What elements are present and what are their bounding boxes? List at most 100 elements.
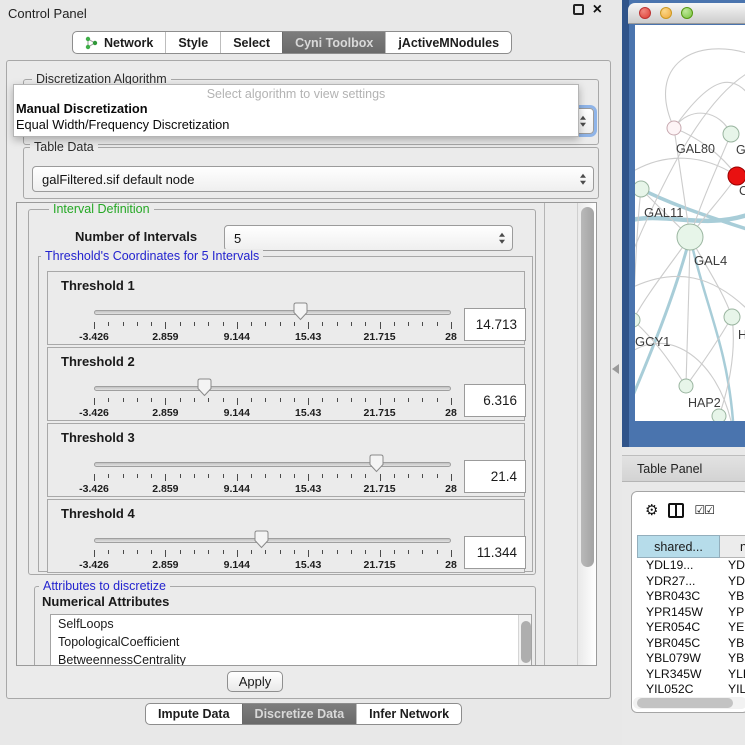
numerical-attributes-list[interactable]: SelfLoopsTopologicalCoefficientBetweenne… [50,614,532,666]
threshold-value-field[interactable]: 21.4 [464,460,526,493]
network-node-green[interactable] [712,409,726,421]
tab-infer-network[interactable]: Infer Network [356,704,461,724]
slider-tick [208,550,209,554]
tab-label: Select [233,36,270,50]
slider-tick [437,322,438,326]
tab-impute-data[interactable]: Impute Data [146,704,242,724]
slider-tick [180,474,181,478]
cell-name: YPR1 [720,605,745,621]
slider-thumb-icon[interactable] [254,530,269,554]
attribute-list-item[interactable]: BetweennessCentrality [51,651,531,666]
columns-icon[interactable] [668,503,684,518]
settings-scrollbar[interactable] [577,203,596,665]
network-node-green[interactable] [635,313,640,327]
tab-select[interactable]: Select [220,32,282,53]
table-data-combo[interactable]: galFiltered.sif default node [32,166,594,192]
slider-tick [280,550,281,554]
apply-button[interactable]: Apply [227,671,283,692]
gear-icon[interactable]: ⚙ [645,503,658,518]
attributes-scrollbar[interactable] [518,615,531,665]
scrollbar-thumb[interactable] [581,207,594,567]
slider-track[interactable] [94,462,451,467]
table-row[interactable]: YBL079WYBL0 [637,651,745,667]
network-canvas[interactable]: GAL80GACGAL11GAL4GCY1HHAP2 [635,25,745,421]
table-row[interactable]: YER054CYER0 [637,620,745,636]
numerical-attributes-label: Numerical Attributes [42,594,169,609]
slider-tick-label: 9.144 [224,483,250,495]
checkbox-icon[interactable]: ☑☑ [694,503,714,517]
network-edge [635,189,641,320]
network-node-red[interactable] [728,167,745,185]
cell-shared-name: YDR27... [637,574,720,590]
slider-track[interactable] [94,386,451,391]
threshold-value-field[interactable]: 6.316 [464,384,526,417]
slider-thumb-icon[interactable] [197,378,212,402]
slider-thumb-icon[interactable] [293,302,308,326]
network-node-green[interactable] [679,379,693,393]
tab-discretize-data[interactable]: Discretize Data [242,704,357,724]
network-node-label: C [739,184,745,198]
zoom-traffic-light-icon[interactable] [681,7,693,19]
minimize-traffic-light-icon[interactable] [660,7,672,19]
tab-network[interactable]: Network [73,32,165,53]
column-header-shared-name[interactable]: shared... [637,535,720,558]
slider-tick [422,322,423,326]
network-node-green[interactable] [635,181,649,197]
threshold-slider[interactable]: -3.4262.8599.14415.4321.71528 [88,454,458,496]
threshold-slider[interactable]: -3.4262.8599.14415.4321.71528 [88,302,458,344]
popup-item-manual-discretization[interactable]: Manual Discretization [14,101,578,117]
cell-shared-name: YBR043C [637,589,720,605]
network-edge [674,82,745,128]
table-row[interactable]: YLR345WYLR3 [637,667,745,683]
table-row[interactable]: YPR145WYPR1 [637,605,745,621]
number-of-intervals-combo[interactable]: 5 [224,225,513,251]
column-header-name[interactable]: na [720,535,745,558]
network-node-green[interactable] [724,309,740,325]
cell-name: YBL0 [720,651,745,667]
slider-tick [408,322,409,326]
slider-tick [337,550,338,554]
attribute-list-item[interactable]: SelfLoops [51,615,531,633]
threshold-label: Threshold 3 [61,430,135,445]
scrollbar-thumb[interactable] [521,621,531,663]
table-row[interactable]: YBR043CYBR0 [637,589,745,605]
attribute-list-item[interactable]: TopologicalCoefficient [51,633,531,651]
tab-style[interactable]: Style [165,32,220,53]
float-window-icon[interactable] [573,4,584,15]
network-node-green[interactable] [677,224,703,250]
slider-track[interactable] [94,538,451,543]
threshold-value-field[interactable]: 14.713 [464,308,526,341]
slider-tick-label: -3.426 [79,407,109,419]
tab-jactivemnodules[interactable]: jActiveMNodules [385,32,511,53]
popup-item-equal-width[interactable]: Equal Width/Frequency Discretization [14,117,578,133]
cell-shared-name: YLR345W [637,667,720,683]
network-node-label: GAL11 [644,205,684,220]
threshold-slider[interactable]: -3.4262.8599.14415.4321.71528 [88,378,458,420]
table-row[interactable]: YDR27...YDR2 [637,574,745,590]
stepper-arrows-icon [580,116,586,127]
slider-tick [94,474,95,481]
close-traffic-light-icon[interactable] [639,7,651,19]
scrollbar-thumb[interactable] [637,698,733,708]
slider-tick-label: 28 [445,483,457,495]
cell-shared-name: YPR145W [637,605,720,621]
network-node-pink[interactable] [667,121,681,135]
splitpane-collapse-icon[interactable] [612,364,619,374]
close-icon[interactable]: × [593,4,602,15]
network-window-titlebar[interactable] [628,3,745,24]
tab-cyni-toolbox[interactable]: Cyni Toolbox [282,32,385,53]
threshold-slider[interactable]: -3.4262.8599.14415.4321.71528 [88,530,458,572]
slider-track[interactable] [94,310,451,315]
table-row[interactable]: YIL052CYIL0 [637,682,745,695]
network-edge [686,317,732,386]
cell-shared-name: YER054C [637,620,720,636]
network-view-window: GAL80GACGAL11GAL4GCY1HHAP2 [622,0,745,447]
threshold-value-field[interactable]: 11.344 [464,536,526,569]
table-row[interactable]: YBR045CYBR0 [637,636,745,652]
slider-tick-label: 21.715 [364,483,396,495]
table-row[interactable]: YDL19...YDL1 [637,558,745,574]
table-hscrollbar[interactable] [633,697,745,709]
slider-thumb-icon[interactable] [369,454,384,478]
network-node-green[interactable] [723,126,739,142]
network-node-label: GA [736,143,745,157]
